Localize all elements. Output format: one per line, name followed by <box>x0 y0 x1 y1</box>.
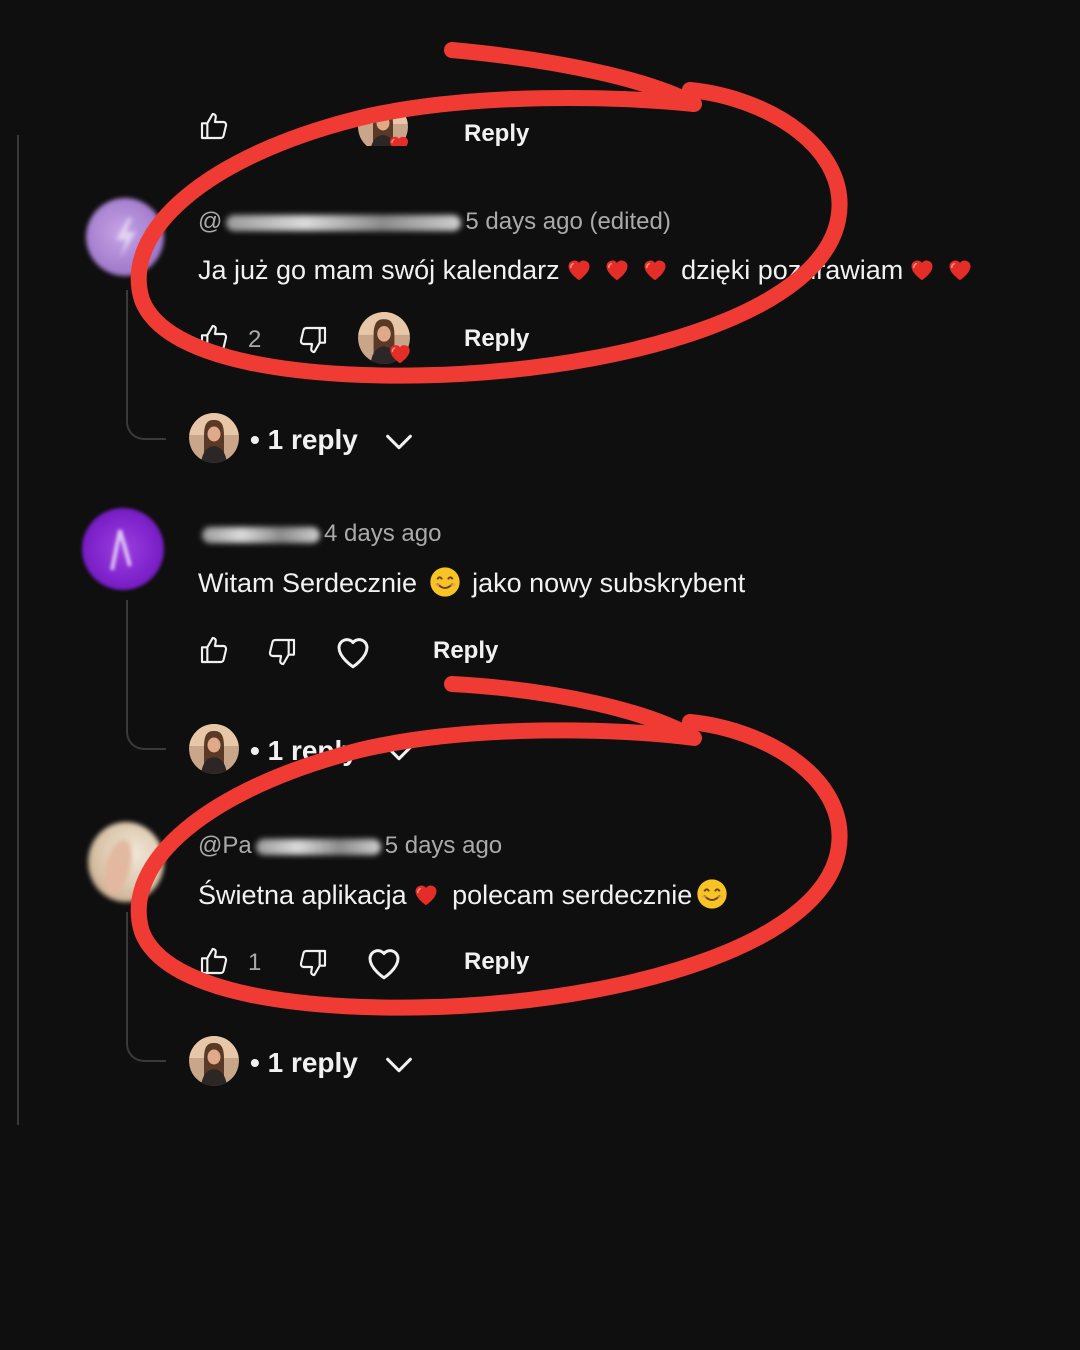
chevron-down-icon[interactable] <box>382 425 416 459</box>
comment-meta: 4 days ago <box>198 520 441 548</box>
avatar[interactable] <box>88 822 164 902</box>
author-handle[interactable]: @Pa <box>198 832 252 859</box>
view-replies-link[interactable]: • 1 reply <box>250 735 358 767</box>
thumbs-down-icon[interactable] <box>266 636 298 668</box>
replies-count-label: 1 reply <box>267 1047 358 1078</box>
avatar[interactable] <box>82 508 164 590</box>
comment-meta: @Pa 5 days ago <box>198 832 502 860</box>
creator-heart-badge-icon <box>386 340 414 366</box>
comment-text-part: Świetna aplikacja <box>198 880 407 910</box>
red-heart-emoji-icon <box>602 255 632 283</box>
reply-button[interactable]: Reply <box>464 120 529 146</box>
thumbs-down-icon[interactable] <box>297 324 329 356</box>
thumbs-up-icon[interactable] <box>198 322 230 354</box>
view-replies-link[interactable]: • 1 reply <box>250 424 358 456</box>
comment-text-part: jako nowy subskrybent <box>464 568 746 598</box>
reply-button[interactable]: Reply <box>464 948 529 976</box>
thumbs-up-icon[interactable] <box>198 110 230 142</box>
timestamp[interactable]: 4 days ago <box>324 520 441 547</box>
comment-meta: @5 days ago (edited) <box>198 208 671 236</box>
creator-avatar[interactable] <box>189 724 239 774</box>
smile-emoji-icon <box>696 878 728 910</box>
view-replies-link[interactable]: • 1 reply <box>250 1047 358 1079</box>
comment-text-part: polecam serdecznie <box>444 880 693 910</box>
comment-text-part: Ja już go mam swój kalendarz <box>198 255 560 285</box>
thumbs-up-icon[interactable] <box>198 945 230 977</box>
comment-text: Świetna aplikacja polecam serdecznie <box>198 878 732 911</box>
redacted-name <box>202 526 320 543</box>
red-heart-emoji-icon <box>564 255 594 283</box>
replies-count-label: 1 reply <box>267 735 358 766</box>
redacted-name <box>255 838 381 855</box>
chevron-down-icon[interactable] <box>382 736 416 770</box>
reply-button[interactable]: Reply <box>433 637 498 665</box>
bolt-icon <box>116 218 136 258</box>
comment-text: Ja już go mam swój kalendarz dzięki pozd… <box>198 255 979 286</box>
comment-text-part: dzięki pozdrawiam <box>673 255 904 285</box>
red-heart-emoji-icon <box>945 255 975 283</box>
comment-text-part: Witam Serdecznie <box>198 568 425 598</box>
reply-connector <box>126 290 166 440</box>
avatar-letter-icon <box>110 529 132 571</box>
top-comment-toolbar-partial: Reply <box>0 110 1080 146</box>
replies-count-label: 1 reply <box>267 424 358 455</box>
comment-text: Witam Serdecznie jako nowy subskrybent <box>198 566 745 599</box>
like-count: 2 <box>248 326 262 353</box>
chevron-down-icon[interactable] <box>382 1048 416 1082</box>
heart-icon[interactable] <box>363 941 405 983</box>
thread-line <box>17 135 19 1125</box>
smile-emoji-icon <box>429 566 461 598</box>
creator-heart-badge-icon <box>386 132 412 146</box>
timestamp[interactable]: 5 days ago <box>385 832 502 859</box>
reply-connector <box>126 912 166 1062</box>
like-count: 1 <box>248 949 262 976</box>
author-handle[interactable]: @ <box>198 208 222 235</box>
timestamp[interactable]: 5 days ago (edited) <box>465 208 670 235</box>
creator-heart-badge <box>358 110 414 146</box>
thumbs-down-icon[interactable] <box>297 947 329 979</box>
red-heart-emoji-icon <box>640 255 670 283</box>
redacted-name <box>226 214 462 231</box>
thumbs-up-icon[interactable] <box>198 634 230 666</box>
creator-avatar[interactable] <box>189 1036 239 1086</box>
red-heart-emoji-icon <box>411 880 441 908</box>
creator-heart-badge <box>358 312 416 368</box>
avatar[interactable] <box>86 198 164 276</box>
creator-avatar[interactable] <box>189 413 239 463</box>
reply-connector <box>126 600 166 750</box>
reply-button[interactable]: Reply <box>464 325 529 353</box>
red-heart-emoji-icon <box>907 255 937 283</box>
hand-photo-icon <box>104 839 132 895</box>
heart-icon[interactable] <box>332 630 374 672</box>
